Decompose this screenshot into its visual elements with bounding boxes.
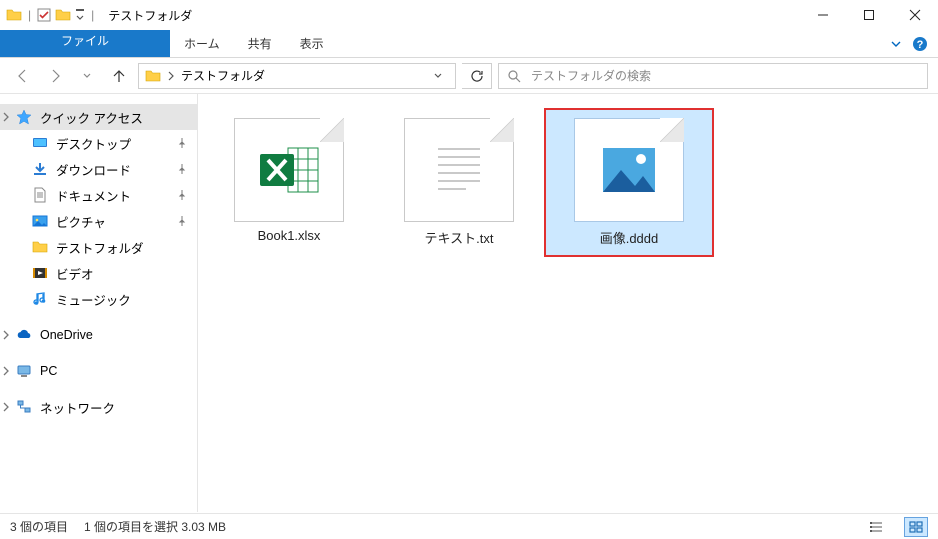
view-thumbnails-button[interactable] <box>904 517 928 537</box>
tab-share[interactable]: 共有 <box>234 30 286 57</box>
nav-music[interactable]: ミュージック <box>0 286 197 312</box>
nav-documents[interactable]: ドキュメント <box>0 182 197 208</box>
window-title: テストフォルダ <box>100 7 192 24</box>
qat-folder-icon[interactable] <box>55 7 71 23</box>
nav-label: デスクトップ <box>56 134 131 153</box>
nav-onedrive[interactable]: OneDrive <box>0 322 197 348</box>
qat-checkbox-icon[interactable] <box>37 8 51 22</box>
breadcrumb-segment[interactable]: テストフォルダ <box>181 67 265 84</box>
file-item-image-selected[interactable]: 画像.dddd <box>544 108 714 257</box>
up-button[interactable] <box>106 63 132 89</box>
folder-icon <box>32 239 48 255</box>
pin-icon <box>177 138 187 148</box>
file-label: テキスト.txt <box>425 228 494 247</box>
body: クイック アクセス デスクトップ ダウンロード ドキュメント ピクチャ テストフ… <box>0 94 938 512</box>
maximize-button[interactable] <box>846 0 892 30</box>
search-input[interactable] <box>529 68 919 84</box>
nav-pc[interactable]: PC <box>0 358 197 384</box>
back-button[interactable] <box>10 63 36 89</box>
recent-dropdown[interactable] <box>74 63 100 89</box>
nav-pictures[interactable]: ピクチャ <box>0 208 197 234</box>
tab-home[interactable]: ホーム <box>170 30 234 57</box>
address-chevron-icon[interactable] <box>167 71 175 81</box>
nav-videos[interactable]: ビデオ <box>0 260 197 286</box>
pin-icon <box>177 164 187 174</box>
titlebar: | | テストフォルダ <box>0 0 938 30</box>
nav-label: ミュージック <box>56 290 131 309</box>
onedrive-icon <box>16 327 32 343</box>
ribbon: ファイル ホーム 共有 表示 ? <box>0 30 938 58</box>
search-box[interactable] <box>498 63 928 89</box>
nav-label: クイック アクセス <box>40 108 143 127</box>
nav-quick-access[interactable]: クイック アクセス <box>0 104 197 130</box>
qat-separator-2: | <box>89 8 96 22</box>
tab-file[interactable]: ファイル <box>0 30 170 57</box>
file-label: Book1.xlsx <box>258 228 321 243</box>
help-icon[interactable]: ? <box>912 36 928 52</box>
address-bar[interactable]: テストフォルダ <box>138 63 456 89</box>
refresh-button[interactable] <box>462 63 492 89</box>
nav-label: テストフォルダ <box>56 238 144 257</box>
text-icon <box>424 135 494 205</box>
close-button[interactable] <box>892 0 938 30</box>
quick-access-icon <box>16 109 32 125</box>
file-item-xlsx[interactable]: Book1.xlsx <box>204 108 374 253</box>
documents-icon <box>32 187 48 203</box>
status-selection: 1 個の項目を選択 3.03 MB <box>84 518 226 535</box>
address-folder-icon <box>145 68 161 84</box>
network-icon <box>16 399 32 415</box>
pin-icon <box>177 190 187 200</box>
forward-button[interactable] <box>42 63 68 89</box>
nav-label: ピクチャ <box>56 212 106 231</box>
nav-testfolder[interactable]: テストフォルダ <box>0 234 197 260</box>
nav-network[interactable]: ネットワーク <box>0 394 197 420</box>
navbar: テストフォルダ <box>0 58 938 94</box>
chevron-right-icon <box>2 330 10 340</box>
address-dropdown[interactable] <box>427 71 449 81</box>
nav-label: PC <box>40 364 57 378</box>
nav-label: ドキュメント <box>56 186 131 205</box>
chevron-right-icon <box>2 112 10 122</box>
nav-label: ダウンロード <box>56 160 131 179</box>
qat-separator: | <box>26 8 33 22</box>
excel-icon <box>254 140 324 200</box>
minimize-button[interactable] <box>800 0 846 30</box>
nav-label: ネットワーク <box>40 398 115 417</box>
folder-icon <box>6 7 22 23</box>
search-icon <box>507 69 521 83</box>
file-label: 画像.dddd <box>600 228 659 247</box>
file-item-txt[interactable]: テキスト.txt <box>374 108 544 257</box>
pin-icon <box>177 216 187 226</box>
qat-dropdown-icon[interactable] <box>75 8 85 22</box>
file-view[interactable]: Book1.xlsx テキスト.txt <box>198 94 938 512</box>
desktop-icon <box>32 135 48 151</box>
image-icon <box>599 144 659 196</box>
view-details-button[interactable] <box>864 517 888 537</box>
nav-desktop[interactable]: デスクトップ <box>0 130 197 156</box>
status-bar: 3 個の項目 1 個の項目を選択 3.03 MB <box>0 513 938 539</box>
chevron-right-icon <box>2 366 10 376</box>
pc-icon <box>16 363 32 379</box>
ribbon-expand-icon[interactable] <box>890 38 902 50</box>
pictures-icon <box>32 213 48 229</box>
svg-text:?: ? <box>917 39 924 51</box>
nav-downloads[interactable]: ダウンロード <box>0 156 197 182</box>
music-icon <box>32 291 48 307</box>
videos-icon <box>32 265 48 281</box>
nav-label: ビデオ <box>56 264 94 283</box>
nav-pane[interactable]: クイック アクセス デスクトップ ダウンロード ドキュメント ピクチャ テストフ… <box>0 94 198 512</box>
status-count: 3 個の項目 <box>10 518 68 535</box>
nav-label: OneDrive <box>40 328 93 342</box>
tab-view[interactable]: 表示 <box>286 30 338 57</box>
chevron-right-icon <box>2 402 10 412</box>
downloads-icon <box>32 161 48 177</box>
